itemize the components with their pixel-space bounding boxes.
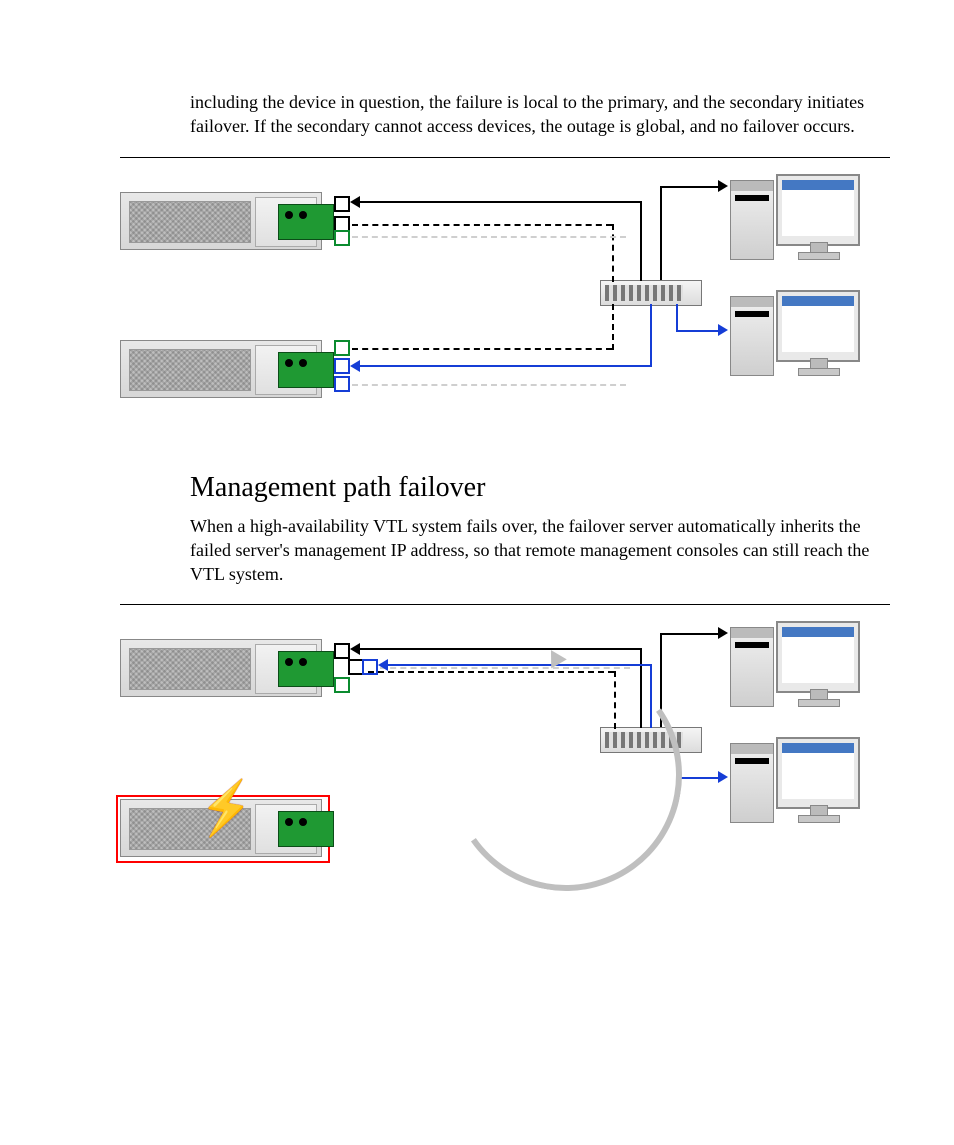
nic-card-failed	[278, 811, 334, 847]
port-primary-1	[334, 196, 350, 212]
heartbeat-bottom-v	[612, 304, 614, 350]
workstation-bottom-2	[730, 737, 860, 827]
figure-rule-top-1	[120, 157, 890, 158]
workstation-top-2	[730, 621, 860, 711]
ethernet-switch	[600, 280, 702, 306]
nic-card-secondary	[278, 352, 334, 388]
arrow-to-secondary-blue	[350, 360, 360, 372]
wire2-h2	[660, 633, 720, 635]
wire-blue-h2	[676, 330, 720, 332]
port-secondary-2	[334, 358, 350, 374]
figure-normal-operation	[120, 172, 890, 432]
port-primary-3	[334, 230, 350, 246]
arrow-blue-to-surviving	[378, 659, 388, 671]
port-surv-1	[334, 643, 350, 659]
standby-line-top	[352, 236, 626, 238]
intro-paragraph: including the device in question, the fa…	[190, 90, 894, 139]
wire2-blue-h2	[676, 777, 720, 779]
arrow-to-ws-bottom-blue-2	[718, 771, 728, 783]
workstation-top	[730, 174, 860, 264]
wire-switch-top-h	[660, 186, 720, 188]
arrow-to-ws-top-2	[718, 627, 728, 639]
wire2-blue-h1	[388, 664, 650, 666]
lightning-bolt-icon: ⚡	[198, 771, 255, 848]
workstation-bottom	[730, 290, 860, 380]
heading-management-path-failover: Management path failover	[190, 472, 894, 504]
arrow-to-ws-bottom-blue	[718, 324, 728, 336]
port-secondary-1	[334, 340, 350, 356]
nic-card-surviving	[278, 651, 334, 687]
wire-blue-v1	[650, 304, 652, 367]
port-secondary-3	[334, 376, 350, 392]
figure-rule-top-2	[120, 604, 890, 605]
arrow-to-ws-top	[718, 180, 728, 192]
wire-blue-h1	[360, 365, 650, 367]
nic-card-primary	[278, 204, 334, 240]
figure-after-failover: ⚡	[120, 619, 890, 899]
mgmt-paragraph: When a high-availability VTL system fail…	[190, 514, 894, 587]
wire-blue-v2	[676, 304, 678, 332]
standby-line-bottom	[352, 384, 626, 386]
heartbeat-top	[352, 224, 612, 226]
arrow-to-surviving	[350, 643, 360, 655]
wire-switch-top-v	[660, 186, 662, 280]
arrow-to-primary	[350, 196, 360, 208]
port-surv-green	[334, 677, 350, 693]
wire-primary-v1	[640, 201, 642, 281]
wire-primary-h1	[360, 201, 640, 203]
wire2-h1	[360, 648, 640, 650]
heartbeat-top-v	[612, 224, 614, 282]
heartbeat-bottom	[352, 348, 612, 350]
